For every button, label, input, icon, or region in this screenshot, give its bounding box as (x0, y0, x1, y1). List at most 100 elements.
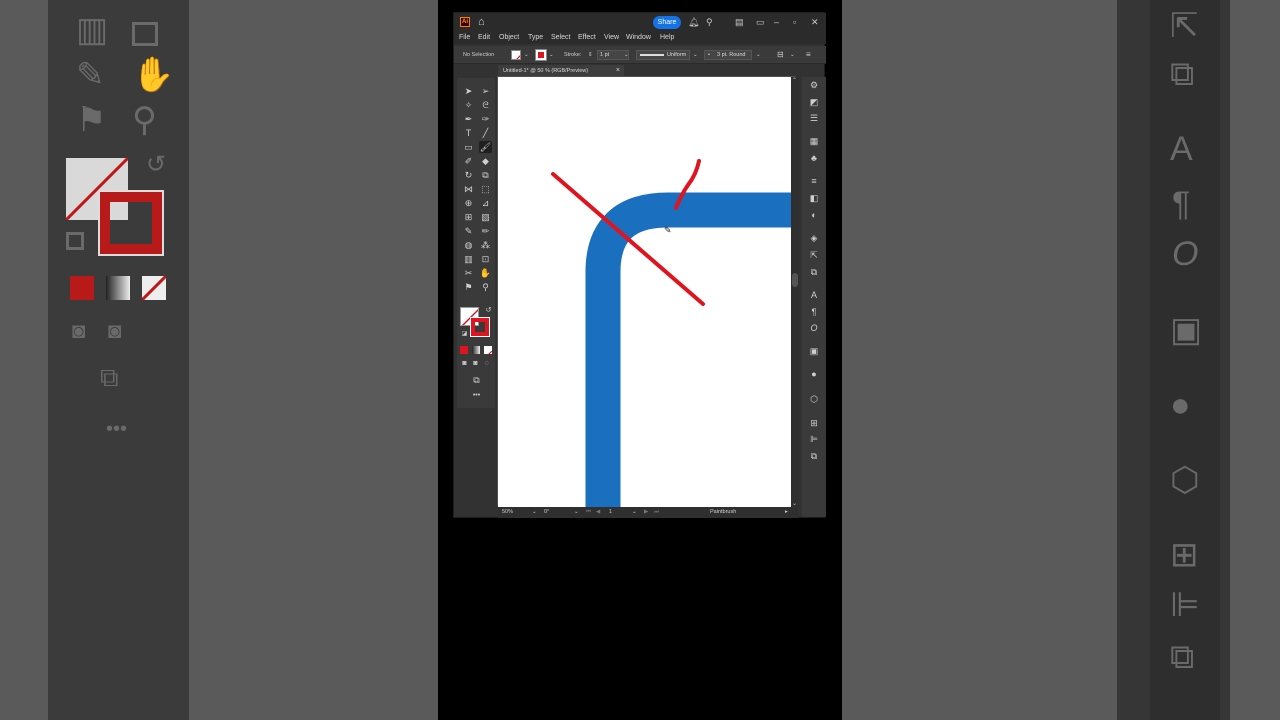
vertical-scrollbar[interactable]: ⌃ ⌄ (791, 77, 799, 507)
stroke-weight-dropdown-icon[interactable]: ⌄ (624, 51, 629, 59)
first-artboard-icon[interactable]: ⏮ (586, 508, 591, 517)
brush-definition[interactable]: • 3 pt. Round (704, 50, 752, 60)
change-screen-mode-icon[interactable]: ⧉ (470, 374, 483, 386)
default-fill-stroke-icon[interactable]: ◪ (458, 328, 471, 340)
edit-toolbar-icon[interactable]: ••• (470, 390, 483, 402)
align-dropdown-icon[interactable]: ⌄ (790, 51, 795, 59)
menu-window[interactable]: Window (626, 32, 651, 43)
next-artboard-icon[interactable]: ▶ (644, 508, 648, 517)
gradient-tool-icon[interactable]: ▧ (479, 211, 492, 223)
scroll-down-icon[interactable]: ⌄ (792, 500, 797, 507)
symbol-sprayer-tool-icon[interactable]: ⁂ (479, 239, 492, 251)
rectangle-tool-icon[interactable]: ▭ (462, 141, 475, 153)
width-tool-icon[interactable]: ⋈ (462, 183, 475, 195)
hand-tool-icon[interactable]: ✋ (479, 267, 492, 279)
paragraph-icon[interactable]: ¶ (808, 306, 820, 318)
appearance-icon[interactable]: ● (808, 368, 820, 380)
menu-help[interactable]: Help (660, 32, 674, 43)
menu-select[interactable]: Select (551, 32, 570, 43)
prev-artboard-icon[interactable]: ◀ (596, 508, 600, 517)
mesh-tool-icon[interactable]: ⊞ (462, 211, 475, 223)
export-icon[interactable]: ⇱ (808, 249, 820, 261)
rotate-tool-icon[interactable]: ↻ (462, 169, 475, 181)
arrange-icon[interactable]: ▤ (735, 16, 744, 28)
last-artboard-icon[interactable]: ⏭ (654, 508, 659, 517)
stroke-color-swatch[interactable] (535, 49, 547, 61)
close-icon[interactable]: ✕ (811, 16, 819, 28)
shape-builder-tool-icon[interactable]: ⊕ (462, 197, 475, 209)
libraries-icon[interactable]: ◩ (808, 96, 820, 108)
home-icon[interactable]: ⌂ (478, 16, 490, 28)
profile-dropdown-icon[interactable]: ⌄ (693, 51, 698, 59)
panel-menu-icon[interactable]: ≡ (806, 51, 811, 59)
layers-icon[interactable]: ◈ (808, 232, 820, 244)
blend-tool-icon[interactable]: ◍ (462, 239, 475, 251)
line-tool-icon[interactable]: ╱ (479, 127, 492, 139)
align-panel-icon[interactable]: ⊞ (808, 417, 820, 429)
stroke-panel-icon[interactable]: ≡ (808, 175, 820, 187)
gradient-button[interactable] (472, 346, 480, 354)
workspace-icon[interactable]: ▭ (756, 16, 765, 28)
align-icon[interactable]: ⊟ (777, 51, 784, 59)
draw-inside-icon[interactable]: ◌ (480, 358, 493, 370)
scale-tool-icon[interactable]: ⧉ (479, 169, 492, 181)
zoom-tool-icon[interactable]: ⚲ (479, 281, 492, 293)
artboard-number[interactable]: 1 (609, 508, 612, 517)
menu-type[interactable]: Type (528, 32, 543, 43)
measure-tool-icon[interactable]: ✏ (479, 225, 492, 237)
magic-wand-tool-icon[interactable]: ✧ (462, 99, 475, 111)
curvature-tool-icon[interactable]: ✑ (479, 113, 492, 125)
artboard-tool-icon[interactable]: ⊡ (479, 253, 492, 265)
eyedropper-tool-icon[interactable]: ✎ (462, 225, 475, 237)
slice-tool-icon[interactable]: ✂ (462, 267, 475, 279)
free-transform-tool-icon[interactable]: ⬚ (479, 183, 492, 195)
symbols-icon[interactable]: ♣ (808, 152, 820, 164)
paintbrush-tool-icon[interactable]: 🖌︎ (479, 141, 492, 153)
scroll-thumb[interactable] (792, 273, 798, 287)
artboard-dropdown-icon[interactable]: ⌄ (632, 508, 637, 517)
variable-width-profile[interactable]: Uniform (636, 50, 690, 60)
swatches-icon[interactable]: ▦ (808, 135, 820, 147)
shaper-tool-icon[interactable]: ✐ (462, 155, 475, 167)
3d-icon[interactable]: ⬡ (808, 393, 820, 405)
graph-tool-icon[interactable]: ▥ (462, 253, 475, 265)
properties-icon[interactable]: ⚙ (808, 79, 820, 91)
color-button[interactable] (460, 346, 468, 354)
zoom-dropdown-icon[interactable]: ⌄ (532, 508, 537, 517)
scroll-up-icon[interactable]: ⌃ (792, 77, 797, 84)
perspective-grid-tool-icon[interactable]: ⊿ (479, 197, 492, 209)
pathfinder-icon[interactable]: ⧉ (808, 450, 820, 462)
stroke-stepper-icon[interactable]: ⇕ (588, 51, 593, 59)
menu-effect[interactable]: Effect (578, 32, 596, 43)
zoom-level[interactable]: 50% (502, 508, 513, 517)
selection-tool-icon[interactable]: ➤ (462, 85, 475, 97)
rotation-value[interactable]: 0° (544, 508, 549, 517)
menu-view[interactable]: View (604, 32, 619, 43)
search-icon[interactable]: ⚲ (706, 16, 713, 28)
menu-object[interactable]: Object (499, 32, 519, 43)
adjustments-icon[interactable]: ☰ (808, 112, 820, 124)
notification-icon[interactable]: 🔔︎ (688, 16, 699, 28)
stroke-indicator[interactable] (470, 317, 490, 337)
status-menu-icon[interactable]: ▸ (785, 508, 788, 517)
character-icon[interactable]: A (808, 289, 820, 301)
eraser-tool-icon[interactable]: ◆ (479, 155, 492, 167)
transform-icon[interactable]: ▣ (808, 345, 820, 357)
opentype-icon[interactable]: O (808, 322, 820, 334)
type-tool-icon[interactable]: T (462, 127, 475, 139)
distribute-icon[interactable]: ⊫ (808, 433, 820, 445)
swap-fill-stroke-icon[interactable]: ↺ (482, 305, 495, 317)
print-tiling-tool-icon[interactable]: ⚑ (462, 281, 475, 293)
gradient-panel-icon[interactable]: ◧ (808, 192, 820, 204)
artboard[interactable]: ✎ (498, 77, 791, 507)
direct-selection-tool-icon[interactable]: ➢ (479, 85, 492, 97)
stroke-dropdown-icon[interactable]: ⌄ (549, 51, 554, 59)
rotation-dropdown-icon[interactable]: ⌄ (574, 508, 579, 517)
share-button[interactable]: Share (653, 16, 681, 29)
none-button[interactable] (484, 346, 492, 354)
menu-edit[interactable]: Edit (478, 32, 490, 43)
minimize-icon[interactable]: – (774, 16, 779, 28)
asset-export-icon[interactable]: ⧉ (808, 266, 820, 278)
menu-file[interactable]: File (459, 32, 470, 43)
brush-dropdown-icon[interactable]: ⌄ (756, 51, 761, 59)
